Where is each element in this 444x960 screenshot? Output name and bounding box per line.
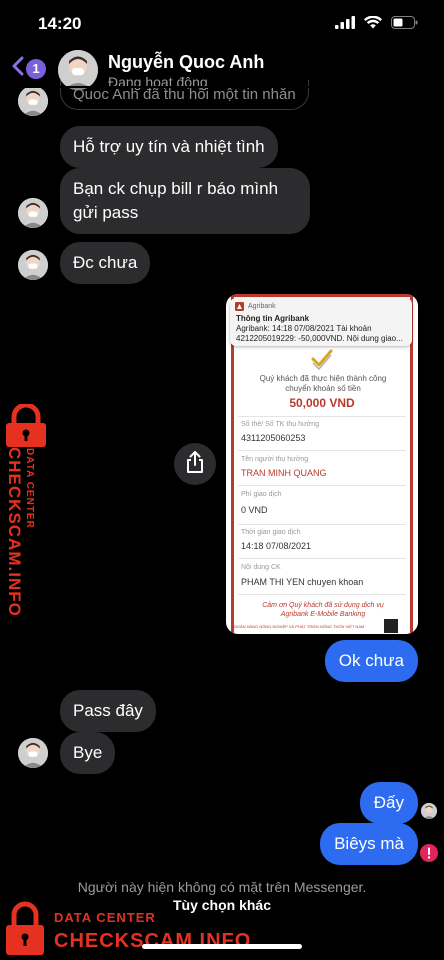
- notification-body: Agribank: 14:18 07/08/2021 Tài khoản 421…: [236, 324, 403, 343]
- wifi-icon: [364, 15, 382, 34]
- chevron-left-icon: [12, 56, 24, 81]
- back-button[interactable]: 1: [12, 56, 46, 81]
- watermark-brand: CHECKSCAM.INFO: [54, 930, 252, 952]
- account-value: 4311205060253: [241, 433, 306, 443]
- home-indicator[interactable]: [142, 944, 302, 949]
- watermark-lock-icon: [4, 900, 46, 960]
- watermark-brand: CHECKSCAM.INFO: [5, 447, 24, 617]
- receipt-image[interactable]: Agribank Thông tin Agribank Agribank: 14…: [226, 294, 418, 634]
- time-label: Thời gian giao dịch: [241, 529, 301, 536]
- qr-code-icon: [384, 619, 398, 633]
- sender-avatar[interactable]: [18, 250, 48, 280]
- unread-badge: 1: [26, 58, 46, 79]
- message-bubble-outgoing[interactable]: Đấy: [359, 782, 418, 824]
- divider: [238, 594, 406, 595]
- watermark-data-center: DATA CENTER: [24, 448, 35, 529]
- notification-title: Thông tin Agribank: [236, 314, 310, 323]
- recalled-message: Quoc Anh đã thu hồi một tin nhắn: [60, 80, 309, 110]
- status-icons: [335, 15, 418, 34]
- thanks-text: Cảm ơn Quý khách đã sử dụng dịch vụ Agri…: [262, 602, 384, 618]
- transfer-amount: 50,000 VND: [289, 396, 355, 410]
- fee-value: 0 VND: [241, 505, 268, 515]
- status-bar: 14:20: [0, 0, 444, 46]
- agribank-logo-icon: [235, 302, 244, 311]
- watermark-data-center: DATA CENTER: [54, 910, 156, 925]
- recipient-value: TRAN MINH QUANG: [241, 468, 327, 478]
- divider: [238, 416, 406, 417]
- message-bubble-incoming[interactable]: Đc chưa: [60, 242, 151, 284]
- bank-notification: Agribank Thông tin Agribank Agribank: 14…: [230, 298, 412, 346]
- message-bubble-outgoing[interactable]: Ok chưa: [324, 640, 418, 682]
- content-label: Nội dung CK: [241, 564, 281, 571]
- battery-icon: [391, 16, 418, 34]
- divider: [238, 558, 406, 559]
- notification-app-name: Agribank: [248, 303, 276, 310]
- status-time: 14:20: [38, 14, 82, 33]
- share-button[interactable]: [174, 443, 216, 485]
- time-value: 14:18 07/08/2021: [241, 541, 312, 551]
- header-mask: [0, 86, 444, 88]
- receipt-border: [226, 294, 418, 297]
- signal-icon: [335, 16, 355, 34]
- divider: [238, 450, 406, 451]
- message-bubble-outgoing[interactable]: Biêys mà: [320, 823, 418, 865]
- unavailable-notice: Người này hiện không có mặt trên Messeng…: [0, 877, 444, 897]
- send-error-icon[interactable]: [420, 844, 438, 867]
- success-check-icon: [310, 348, 334, 375]
- message-bubble-incoming[interactable]: Bye: [60, 732, 116, 774]
- sender-avatar[interactable]: [18, 198, 48, 228]
- fee-label: Phí giao dịch: [241, 491, 282, 498]
- contact-name[interactable]: Nguyễn Quoc Anh: [108, 52, 264, 73]
- content-value: PHAM THI YEN chuyen khoan: [241, 577, 364, 587]
- message-bubble-incoming[interactable]: Bạn ck chụp bill r báo mình gửi pass: [60, 168, 310, 234]
- divider: [238, 524, 406, 525]
- sender-avatar[interactable]: [18, 738, 48, 768]
- success-text: Quý khách đã thực hiện thành công chuyển…: [259, 374, 387, 393]
- message-bubble-incoming[interactable]: Pass đây: [60, 690, 156, 732]
- unavailable-text: Người này hiện không có mặt trên Messeng…: [77, 879, 367, 895]
- divider: [238, 485, 406, 486]
- account-label: Số thẻ/ Số TK thụ hưởng: [241, 421, 320, 428]
- sender-avatar[interactable]: [18, 86, 48, 116]
- recipient-label: Tên người thụ hưởng: [241, 456, 309, 463]
- message-bubble-incoming[interactable]: Hỗ trợ uy tín và nhiệt tình: [60, 126, 278, 168]
- share-icon: [185, 450, 205, 478]
- receipt-footer: NGÂN HÀNG NÔNG NGHIỆP VÀ PHÁT TRIỂN NÔNG…: [234, 624, 365, 629]
- seen-avatar: [421, 803, 437, 819]
- receipt-border: [410, 294, 413, 634]
